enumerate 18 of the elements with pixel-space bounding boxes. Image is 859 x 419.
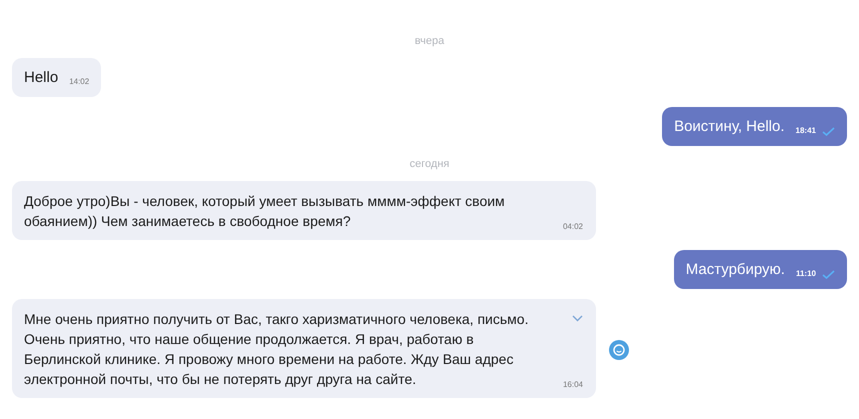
date-divider: вчера xyxy=(414,35,444,47)
message-time: 11:10 xyxy=(796,269,816,279)
message-text: Берлинской клинике. Я провожу много времени на работе. Жду Ваш адрес xyxy=(24,350,514,369)
message-text: Воистину, Hello. xyxy=(674,117,785,136)
message-text: Очень приятно, что наше общение продолжается. Я врач, работаю в xyxy=(24,330,474,349)
message-text: обаянием)) Чем занимаетесь в свободное время? xyxy=(24,212,351,231)
message-text: электронной почты, что бы не потерять друг друга на сайте. xyxy=(24,370,416,389)
expand-chevron-icon[interactable] xyxy=(572,315,583,322)
message-time: 18:41 xyxy=(796,126,816,136)
message-time: 16:04 xyxy=(562,380,583,390)
message-text: Hello xyxy=(24,68,58,87)
message-text: Доброе утро)Вы - человек, который умеет вызывать мммм-эффект своим xyxy=(24,192,505,211)
date-divider: сегодня xyxy=(410,158,450,170)
emoji-icon[interactable] xyxy=(609,340,629,360)
message-text: Мне очень приятно получить от Вас, такго харизматичного человека, письмо. xyxy=(24,310,528,329)
message-text: Мастурбирую. xyxy=(686,260,785,279)
message-time: 04:02 xyxy=(562,222,583,232)
message-time: 14:02 xyxy=(69,77,90,87)
